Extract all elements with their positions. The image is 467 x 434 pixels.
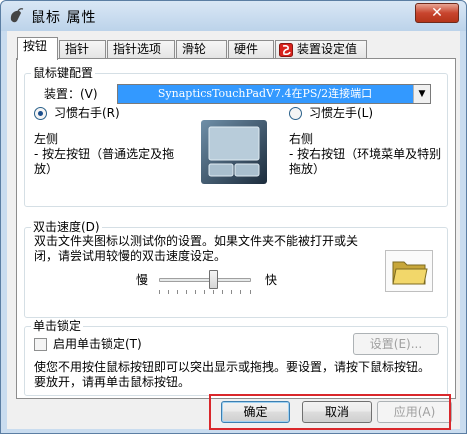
- device-label: 装置：(V): [44, 87, 98, 101]
- folder-icon: [392, 261, 428, 285]
- tab-label: 滑轮: [182, 42, 207, 56]
- click-lock-label: 启用单击锁定(T): [53, 337, 142, 351]
- buttons-tab-panel: 鼠标键配置 装置：(V) SynapticsTouchPadV7.4在PS/2连…: [16, 58, 456, 399]
- group-title: 单击锁定: [31, 319, 84, 333]
- right-hand-label: 习惯右手(R): [54, 106, 120, 120]
- tab-pointers[interactable]: 指针: [59, 40, 106, 59]
- click-lock-group: 单击锁定 启用单击锁定(T) 设置(E)... 使您不用按住鼠标按钮即可以突出显…: [24, 319, 448, 396]
- right-side-description: - 按右按钮（环境菜单及特别拖放）: [289, 147, 442, 176]
- group-title: 双击速度(D): [31, 220, 102, 234]
- double-click-description: 双击文件夹图标以测试你的设置。如果文件夹不能被打开或关闭，请尝试用较慢的双击速度…: [34, 234, 359, 263]
- slider-ticks: [159, 290, 251, 294]
- tab-label: 指针: [65, 42, 90, 56]
- click-lock-settings-button[interactable]: 设置(E)...: [353, 333, 439, 355]
- tab-buttons[interactable]: 按钮: [17, 37, 58, 60]
- touchpad-image: [201, 120, 267, 184]
- synaptics-icon: [279, 43, 293, 57]
- close-icon: ✕: [431, 5, 443, 21]
- tab-label: 装置设定值: [297, 42, 358, 56]
- mouse-properties-window: 鼠标 属性 ✕ 按钮 指针 指针选项 滑轮 硬件 装置设定值 鼠标键配置 装置：…: [0, 0, 467, 434]
- tab-hardware[interactable]: 硬件: [228, 40, 274, 59]
- title-bar[interactable]: 鼠标 属性 ✕: [1, 1, 466, 31]
- mouse-icon: [10, 8, 24, 23]
- click-lock-checkbox[interactable]: [34, 338, 47, 351]
- device-select-value: SynapticsTouchPadV7.4在PS/2连接端口: [157, 87, 373, 100]
- tab-label: 按钮: [23, 39, 48, 53]
- click-lock-description: 使您不用按住鼠标按钮即可以突出显示或拖拽。要设置，请按下鼠标按钮。要放开，请再单…: [34, 360, 431, 389]
- annotation-highlight-box: [209, 394, 451, 430]
- window-title: 鼠标 属性: [31, 10, 97, 26]
- left-side-description: - 按左按钮（普通选定及拖放）: [34, 147, 175, 176]
- right-hand-radio[interactable]: [34, 107, 47, 120]
- group-title: 鼠标键配置: [31, 66, 96, 80]
- slider-thumb[interactable]: [209, 270, 218, 289]
- close-button[interactable]: ✕: [415, 3, 459, 23]
- tab-device-settings[interactable]: 装置设定值: [275, 40, 367, 59]
- button-configuration-group: 鼠标键配置 装置：(V) SynapticsTouchPadV7.4在PS/2连…: [24, 66, 448, 207]
- dialog-client-area: 按钮 指针 指针选项 滑轮 硬件 装置设定值 鼠标键配置 装置：(V) Syna…: [7, 31, 460, 429]
- tab-label: 指针选项: [113, 42, 162, 56]
- left-hand-radio[interactable]: [289, 107, 302, 120]
- left-hand-label: 习惯左手(L): [309, 106, 374, 120]
- button-label: 设置(E)...: [369, 337, 423, 351]
- fast-label: 快: [265, 273, 278, 287]
- tab-label: 硬件: [234, 42, 259, 56]
- test-folder[interactable]: [385, 250, 433, 292]
- tab-wheel[interactable]: 滑轮: [176, 40, 227, 59]
- right-side-title: 右侧: [289, 132, 314, 146]
- double-click-speed-group: 双击速度(D) 双击文件夹图标以测试你的设置。如果文件夹不能被打开或关闭，请尝试…: [24, 220, 448, 318]
- left-side-title: 左侧: [34, 132, 59, 146]
- slow-label: 慢: [136, 273, 149, 287]
- slider-track: [159, 278, 251, 282]
- chevron-down-icon: ▼: [413, 85, 430, 103]
- double-click-speed-slider[interactable]: [159, 268, 251, 298]
- tab-pointer-options[interactable]: 指针选项: [107, 40, 175, 59]
- device-select[interactable]: SynapticsTouchPadV7.4在PS/2连接端口 ▼: [117, 84, 431, 104]
